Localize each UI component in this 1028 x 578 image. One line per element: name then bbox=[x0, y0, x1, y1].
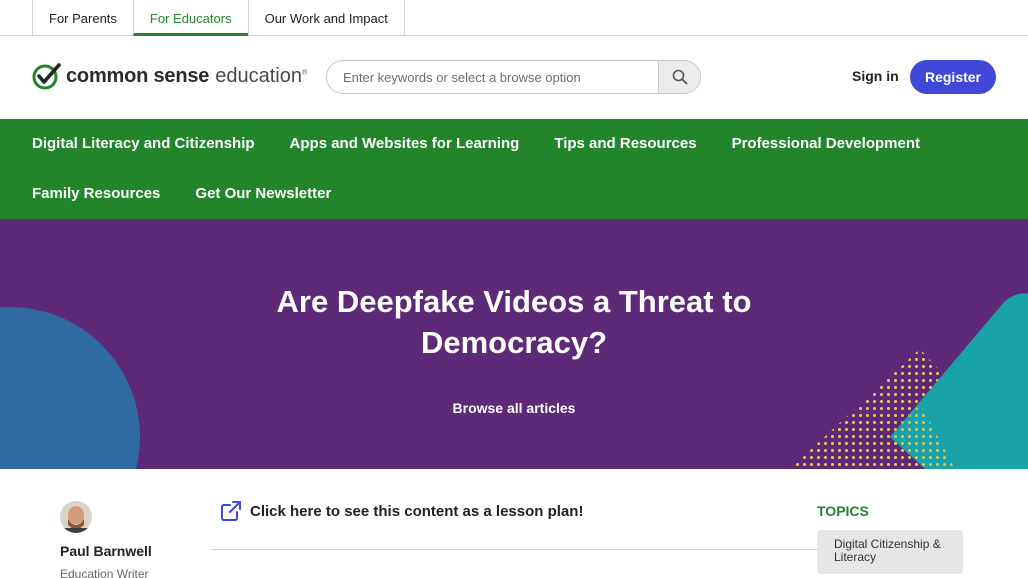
site-logo[interactable]: common sense education® bbox=[32, 62, 307, 90]
nav-row: Family Resources Get Our Newsletter bbox=[32, 185, 366, 202]
avatar bbox=[60, 501, 92, 533]
nav-item-family-resources[interactable]: Family Resources bbox=[32, 185, 160, 202]
logo-wordmark-bold: common sense bbox=[66, 64, 210, 87]
tab-for-parents[interactable]: For Parents bbox=[32, 0, 133, 36]
nav-item-newsletter[interactable]: Get Our Newsletter bbox=[195, 185, 331, 202]
author-role: Education Writer bbox=[60, 567, 149, 578]
page-title: Are Deepfake Videos a Threat to Democrac… bbox=[276, 284, 752, 360]
external-link-icon bbox=[221, 501, 241, 521]
hero-decor-shapes bbox=[792, 293, 1028, 469]
logo-wordmark-light: education® bbox=[215, 64, 308, 87]
tab-our-work-and-impact[interactable]: Our Work and Impact bbox=[247, 0, 405, 36]
search-icon bbox=[672, 69, 687, 85]
lesson-plan-link[interactable]: Click here to see this content as a less… bbox=[220, 500, 583, 522]
search-input[interactable] bbox=[327, 61, 658, 93]
hero-banner: Are Deepfake Videos a Threat to Democrac… bbox=[0, 219, 1028, 469]
nav-item-tips-resources[interactable]: Tips and Resources bbox=[554, 135, 696, 152]
sign-in-link[interactable]: Sign in bbox=[852, 68, 899, 84]
register-button[interactable]: Register bbox=[910, 60, 996, 94]
browse-all-articles-link[interactable]: Browse all articles bbox=[453, 400, 576, 416]
nav-row: Digital Literacy and Citizenship Apps an… bbox=[32, 135, 955, 152]
nav-item-digital-literacy[interactable]: Digital Literacy and Citizenship bbox=[32, 135, 255, 152]
main-nav: Digital Literacy and Citizenship Apps an… bbox=[0, 119, 1028, 219]
topics-heading: TOPICS bbox=[817, 503, 869, 519]
content-divider bbox=[211, 549, 821, 550]
nav-item-apps-websites[interactable]: Apps and Websites for Learning bbox=[290, 135, 520, 152]
lesson-plan-label: Click here to see this content as a less… bbox=[250, 502, 584, 520]
site-header: common sense education® Sign in Register bbox=[0, 36, 1028, 119]
checkmark-logo-icon bbox=[32, 63, 61, 90]
search-button[interactable] bbox=[658, 61, 700, 93]
audience-tabs: For Parents For Educators Our Work and I… bbox=[32, 0, 405, 36]
nav-item-professional-development[interactable]: Professional Development bbox=[732, 135, 920, 152]
tab-for-educators[interactable]: For Educators bbox=[132, 0, 248, 36]
hero-decor-circle bbox=[0, 307, 140, 469]
topic-chip[interactable]: Digital Citizenship & Literacy bbox=[817, 530, 963, 574]
author-name[interactable]: Paul Barnwell bbox=[60, 543, 152, 559]
audience-bar: For Parents For Educators Our Work and I… bbox=[0, 0, 1028, 36]
search-bar bbox=[326, 60, 701, 94]
